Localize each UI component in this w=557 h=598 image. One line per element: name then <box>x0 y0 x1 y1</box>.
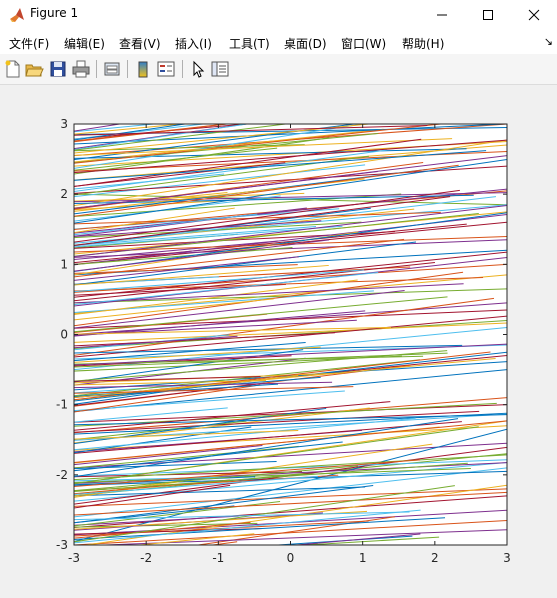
property-editor-button[interactable] <box>210 59 230 79</box>
series-line <box>0 92 454 121</box>
close-button[interactable] <box>511 0 557 30</box>
dock-arrow-icon[interactable]: ↘ <box>544 35 553 48</box>
figure-canvas[interactable]: -3 -2 -1 0 1 2 3 3 2 1 0 -1 -2 -3 <box>0 85 557 598</box>
series-line <box>287 543 318 545</box>
menu-help[interactable]: 帮助(H) <box>402 35 444 52</box>
new-figure-icon <box>5 60 20 78</box>
menu-file[interactable]: 文件(F) <box>9 35 49 52</box>
maximize-button[interactable] <box>465 0 511 30</box>
menu-view[interactable]: 查看(V) <box>119 35 161 52</box>
new-figure-button[interactable] <box>3 59 23 79</box>
x-tick-label: -3 <box>68 551 80 565</box>
x-tick-label: 0 <box>287 551 295 565</box>
menu-desktop[interactable]: 桌面(D) <box>284 35 327 52</box>
series-line <box>0 85 340 112</box>
series-line <box>52 85 330 117</box>
open-icon <box>25 64 44 77</box>
series-line <box>0 85 529 113</box>
x-tick-label: 2 <box>431 551 439 565</box>
open-button[interactable] <box>24 59 44 79</box>
save-button[interactable] <box>48 59 68 79</box>
window-title: Figure 1 <box>30 6 79 20</box>
print-button[interactable] <box>71 59 91 79</box>
series-line <box>24 85 519 119</box>
menu-edit[interactable]: 编辑(E) <box>64 35 105 52</box>
menu-tools[interactable]: 工具(T) <box>229 35 270 52</box>
y-tick-label: 3 <box>60 117 68 131</box>
pointer-icon <box>193 60 205 78</box>
x-tick-label: -1 <box>212 551 224 565</box>
x-tick-label: 1 <box>359 551 367 565</box>
plot-svg: -3 -2 -1 0 1 2 3 3 2 1 0 -1 -2 -3 <box>0 85 529 565</box>
menu-insert[interactable]: 插入(I) <box>175 35 212 52</box>
menu-bar: 文件(F) 编辑(E) 查看(V) 插入(I) 工具(T) 桌面(D) 窗口(W… <box>0 30 557 54</box>
colorbar-button[interactable] <box>133 59 153 79</box>
colorbar-icon <box>138 61 148 78</box>
property-editor-icon <box>211 61 229 77</box>
y-tick-label: 1 <box>60 257 68 271</box>
legend-icon <box>157 61 175 77</box>
toolbar-separator <box>96 60 97 78</box>
matlab-logo-icon <box>10 8 24 22</box>
y-tick-label: -1 <box>56 398 68 412</box>
series-line <box>0 104 323 113</box>
pointer-button[interactable] <box>188 59 208 79</box>
series-line <box>27 85 394 129</box>
x-tick-label: -2 <box>140 551 152 565</box>
minimize-icon <box>437 14 447 16</box>
minimize-button[interactable] <box>419 0 465 30</box>
print-icon <box>72 60 90 78</box>
x-tick-label: 3 <box>503 551 511 565</box>
toolbar-separator <box>182 60 183 78</box>
y-tick-label: -2 <box>56 468 68 482</box>
y-tick-label: -3 <box>56 538 68 552</box>
y-tick-label: 2 <box>60 187 68 201</box>
maximize-icon <box>483 10 493 20</box>
link-plot-button[interactable] <box>102 59 122 79</box>
legend-button[interactable] <box>156 59 176 79</box>
close-icon <box>528 9 540 21</box>
figure-toolbar <box>0 54 557 85</box>
y-tick-label: 0 <box>60 328 68 342</box>
link-plot-icon <box>104 62 120 76</box>
toolbar-separator <box>127 60 128 78</box>
title-bar: Figure 1 <box>0 0 557 30</box>
series-line <box>14 102 392 113</box>
save-icon <box>50 61 66 77</box>
menu-window[interactable]: 窗口(W) <box>341 35 386 52</box>
